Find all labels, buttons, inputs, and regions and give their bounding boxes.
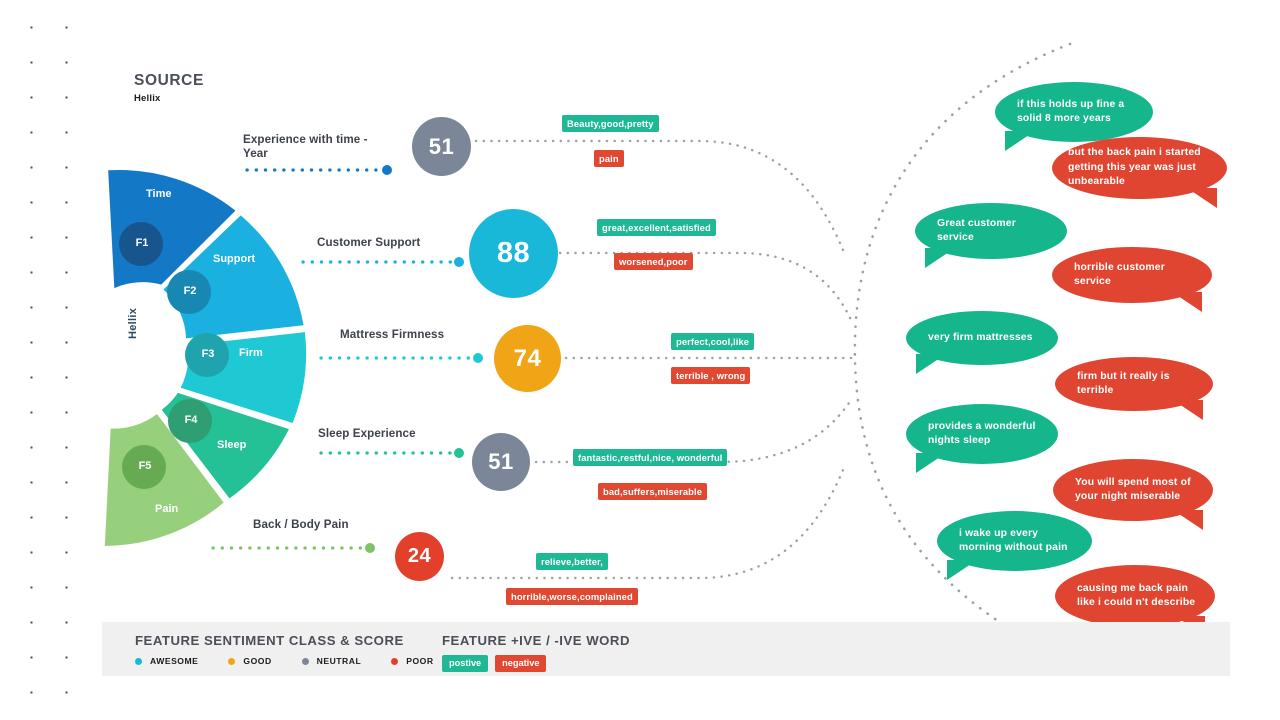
legend-chip-negative: negative <box>495 655 547 672</box>
legend-class-heading: FEATURE SENTIMENT CLASS & SCORE <box>135 633 404 648</box>
quote-bubble-4[interactable]: horrible customer service <box>1052 247 1212 312</box>
legend-label-awesome: AWESOME <box>150 656 199 666</box>
legend-bar: FEATURE SENTIMENT CLASS & SCORE AWESOME … <box>102 622 1230 676</box>
quote-text-7: provides a wonderful nights sleep <box>928 420 1036 447</box>
bubble-tail-icon <box>1187 188 1217 208</box>
quote-bubble-10[interactable]: causing me back pain like i could n't de… <box>1055 565 1215 636</box>
negative-words-f4[interactable]: bad,suffers,miserable <box>598 483 708 500</box>
positive-words-f4[interactable]: fantastic,restful,nice, wonderful <box>573 449 728 466</box>
bubble-tail-icon <box>1005 131 1035 151</box>
quote-text-1: if this holds up fine a solid 8 more yea… <box>1017 98 1125 125</box>
bubble-tail-icon <box>947 560 977 580</box>
bubble-tail-icon <box>916 354 946 374</box>
negative-words-f2[interactable]: worsened,poor <box>614 253 693 270</box>
legend-class-column: FEATURE SENTIMENT CLASS & SCORE AWESOME … <box>135 633 464 666</box>
legend-item-awesome: AWESOME <box>135 656 198 666</box>
wheel-label-sleep: Sleep <box>217 439 247 451</box>
feature-name-f4: Sleep Experience <box>318 427 416 440</box>
feature-name-f1-line1: Experience with time - <box>243 133 368 146</box>
wheel-label-pain: Pain <box>155 503 179 515</box>
feature-name-f5: Back / Body Pain <box>253 518 349 531</box>
positive-words-f3[interactable]: perfect,cool,like <box>671 333 755 350</box>
wheel-label-firm: Firm <box>239 347 263 359</box>
wheel-label-time: Time <box>146 188 172 200</box>
quote-text-6: firm but it really is terrible <box>1077 370 1170 397</box>
feature-name-f3: Mattress Firmness <box>340 328 445 341</box>
bubble-tail-icon <box>916 453 946 473</box>
quote-bubble-2[interactable]: but the back pain i started getting this… <box>1052 137 1227 208</box>
bubble-tail-icon <box>1173 400 1203 420</box>
infographic-canvas: Time Support Firm Sleep Pain F1 F2 F3 F4… <box>0 0 1280 720</box>
bubble-tail-icon <box>1173 510 1203 530</box>
quote-bubble-7[interactable]: provides a wonderful nights sleep <box>906 404 1058 473</box>
quote-bubble-1[interactable]: if this holds up fine a solid 8 more yea… <box>995 82 1153 151</box>
legend-word-chips: postive negative <box>442 655 630 672</box>
source-heading: SOURCE <box>134 72 204 89</box>
quote-bubble-9[interactable]: i wake up every morning without pain <box>937 511 1092 580</box>
score-circle-f2[interactable]: 88 <box>469 209 558 298</box>
score-circle-f5[interactable]: 24 <box>395 532 444 581</box>
feature-node-label-f5: F5 <box>138 460 152 472</box>
legend-item-poor: POOR <box>391 656 433 666</box>
positive-words-f2[interactable]: great,excellent,satisfied <box>597 219 716 236</box>
bubble-tail-icon <box>925 248 955 268</box>
positive-words-f5[interactable]: relieve,better, <box>536 553 608 570</box>
legend-chip-positive: postive <box>442 655 489 672</box>
legend-label-poor: POOR <box>406 656 434 666</box>
quote-text-4: horrible customer service <box>1074 261 1165 288</box>
score-circle-f4[interactable]: 51 <box>472 433 530 491</box>
quote-text-5: very firm mattresses <box>928 331 1033 343</box>
quote-bubble-5[interactable]: very firm mattresses <box>906 311 1058 374</box>
score-circle-f3[interactable]: 74 <box>494 325 561 392</box>
negative-words-f1[interactable]: pain <box>594 150 624 167</box>
legend-dot-good-icon <box>228 657 236 665</box>
feature-node-label-f1: F1 <box>135 237 149 249</box>
negative-words-f5[interactable]: horrible,worse,complained <box>506 588 638 605</box>
legend-dot-poor-icon <box>391 657 399 665</box>
quote-text-2: but the back pain i started getting this… <box>1068 147 1201 188</box>
quote-text-10: causing me back pain like i could n't de… <box>1077 582 1196 609</box>
legend-dot-neutral-icon <box>301 657 309 665</box>
quote-text-3: Great customer service <box>937 217 1016 244</box>
feature-node-label-f3: F3 <box>201 348 215 360</box>
legend-word-column: FEATURE +IVE / -IVE WORD postive negativ… <box>442 633 630 672</box>
feature-node-label-f2: F2 <box>183 285 197 297</box>
quote-bubble-8[interactable]: You will spend most of your night misera… <box>1053 459 1213 530</box>
legend-label-neutral: NEUTRAL <box>316 656 362 666</box>
legend-label-good: GOOD <box>243 656 272 666</box>
bubble-tail-icon <box>1172 292 1202 312</box>
feature-name-f2: Customer Support <box>317 236 421 249</box>
feature-name-f1-line2: Year <box>243 147 268 160</box>
legend-class-items: AWESOME GOOD NEUTRAL POOR <box>135 656 464 666</box>
positive-words-f1[interactable]: Beauty,good,pretty <box>562 115 659 132</box>
negative-words-f3[interactable]: terrible , wrong <box>671 367 751 384</box>
legend-item-neutral: NEUTRAL <box>301 656 362 666</box>
feature-name-f1: Experience with time - Year <box>243 133 368 161</box>
legend-item-good: GOOD <box>228 656 271 666</box>
quote-text-8: You will spend most of your night misera… <box>1075 476 1191 503</box>
quote-text-9: i wake up every morning without pain <box>959 527 1068 554</box>
brand-vertical-label: Hellix <box>127 307 139 339</box>
feature-node-label-f4: F4 <box>184 414 198 426</box>
legend-dot-awesome-icon <box>135 657 142 665</box>
source-name: Hellix <box>134 93 161 104</box>
quote-bubble-3[interactable]: Great customer service <box>915 203 1067 268</box>
wheel-label-support: Support <box>213 253 256 265</box>
branch-f2 <box>558 251 853 322</box>
legend-word-heading: FEATURE +IVE / -IVE WORD <box>442 633 630 648</box>
score-circle-f1[interactable]: 51 <box>412 117 471 176</box>
quote-bubble-6[interactable]: firm but it really is terrible <box>1055 357 1213 420</box>
